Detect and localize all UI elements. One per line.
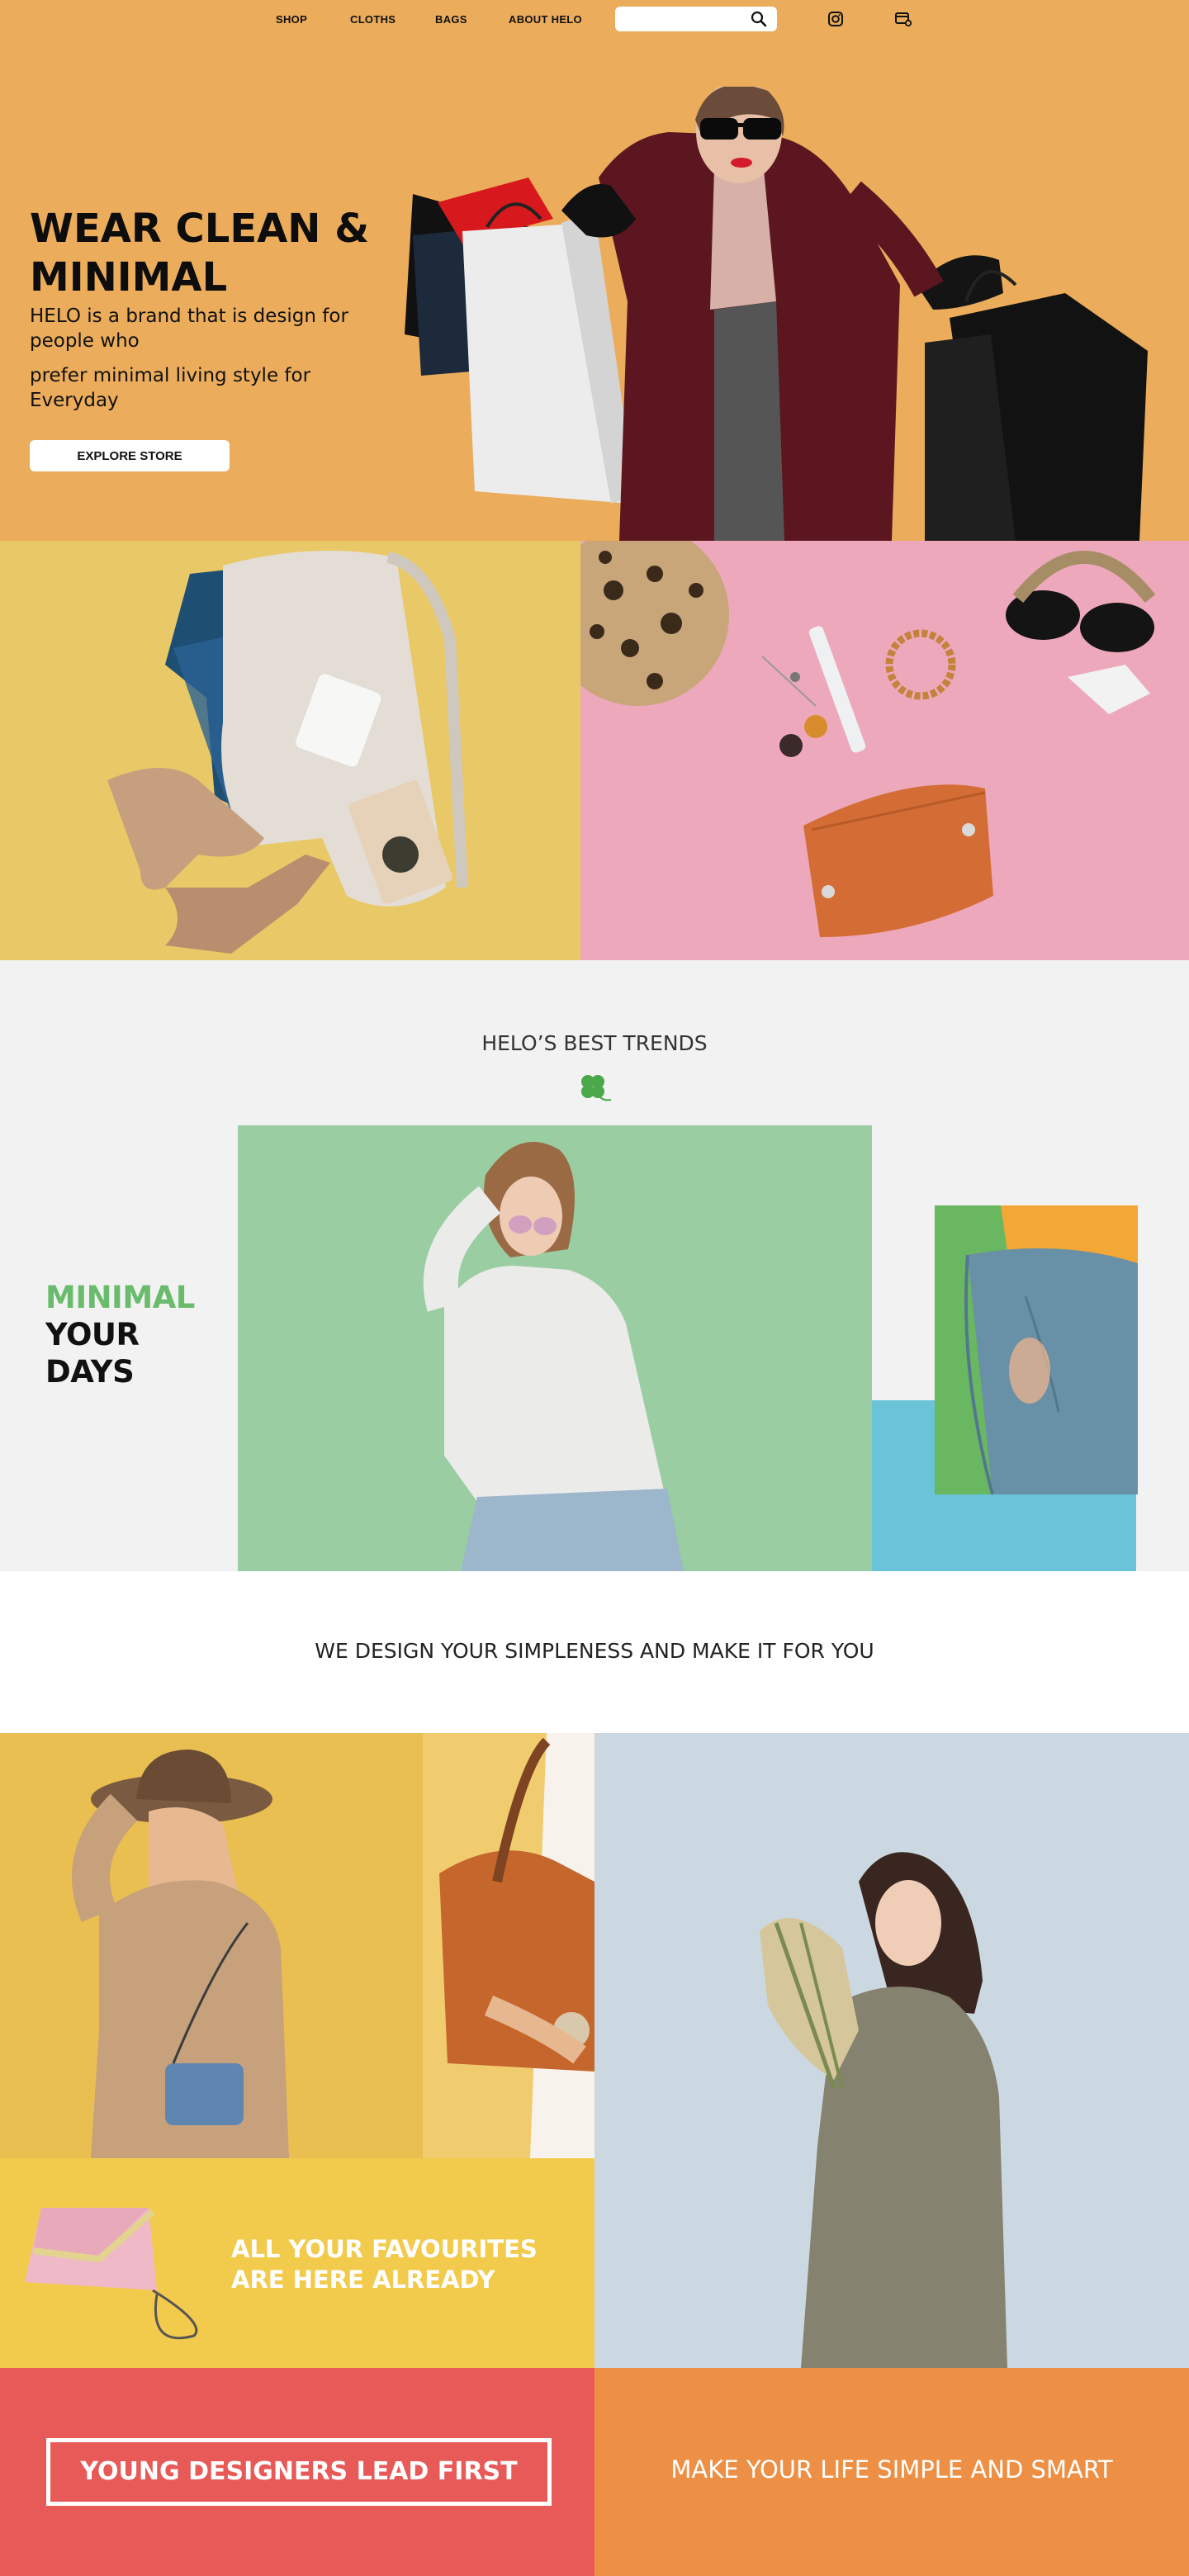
clover-icon	[581, 1075, 612, 1101]
hero-description-2: prefer minimal living style for Everyday	[30, 365, 311, 411]
hero-description-1: HELO is a brand that is design for peopl…	[30, 305, 348, 352]
minimal-tagline: MINIMAL YOUR DAYS	[45, 1279, 195, 1390]
search-icon[interactable]	[751, 11, 767, 27]
hat-model-image	[0, 1733, 423, 2158]
instagram-icon[interactable]	[827, 11, 844, 27]
favourites-line2: ARE HERE ALREADY	[231, 2266, 495, 2294]
accessories-flatlay-image	[580, 541, 1189, 960]
simple-life-text: MAKE YOUR LIFE SIMPLE AND SMART	[670, 2455, 1113, 2484]
nav-about-link[interactable]: ABOUT HELO	[509, 13, 582, 26]
hero-model-image	[405, 87, 1148, 541]
designers-banner: YOUNG DESIGNERS LEAD FIRST	[0, 2368, 594, 2576]
nav-bags-link[interactable]: BAGS	[435, 13, 467, 26]
search-input[interactable]	[615, 7, 739, 31]
handbag-closeup-image	[423, 1733, 594, 2158]
trends-title: HELO’S BEST TRENDS	[481, 1031, 708, 1055]
hero-title: WEAR CLEAN & MINIMAL	[30, 205, 410, 302]
design-tagline-section: WE DESIGN YOUR SIMPLENESS AND MAKE IT FO…	[0, 1571, 1189, 1733]
clothes-flatlay-image	[0, 541, 580, 960]
favourites-text: ALL YOUR FAVOURITES ARE HERE ALREADY	[231, 2234, 538, 2295]
tagline-line2: YOUR	[45, 1317, 140, 1352]
favourites-banner[interactable]: ALL YOUR FAVOURITES ARE HERE ALREADY	[0, 2158, 594, 2368]
designers-frame[interactable]: YOUNG DESIGNERS LEAD FIRST	[46, 2438, 552, 2506]
nav-shop-link[interactable]: SHOP	[276, 13, 307, 26]
designers-text: YOUNG DESIGNERS LEAD FIRST	[80, 2457, 518, 2486]
clutch-bag-image	[25, 2208, 198, 2340]
simple-life-banner: MAKE YOUR LIFE SIMPLE AND SMART	[594, 2368, 1189, 2576]
nav-cloths-link[interactable]: CLOTHS	[350, 13, 396, 26]
favourites-line1: ALL YOUR FAVOURITES	[231, 2235, 538, 2263]
trend-model-image	[238, 1125, 872, 1571]
explore-store-button[interactable]: EXPLORE STORE	[30, 440, 230, 471]
tagline-line3: DAYS	[45, 1354, 135, 1390]
tagline-line1: MINIMAL	[45, 1280, 195, 1315]
hero-title-line1: WEAR CLEAN &	[30, 206, 370, 252]
top-navigation: SHOP CLOTHS BAGS ABOUT HELO	[0, 0, 1189, 41]
design-tagline: WE DESIGN YOUR SIMPLENESS AND MAKE IT FO…	[315, 1639, 874, 1663]
hero-section: WEAR CLEAN & MINIMAL HELO is a brand tha…	[0, 0, 1189, 541]
cart-icon[interactable]	[894, 11, 912, 27]
best-trends-section: HELO’S BEST TRENDS MINIMAL YOUR DAYS	[0, 960, 1189, 1571]
flower-model-image	[594, 1733, 1189, 2368]
hero-title-line2: MINIMAL	[30, 254, 228, 301]
trend-pants-image	[935, 1205, 1138, 1494]
search-box	[615, 7, 777, 31]
